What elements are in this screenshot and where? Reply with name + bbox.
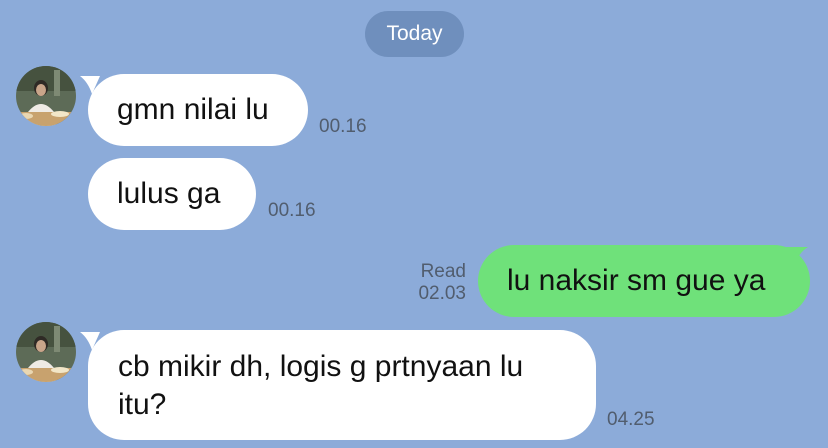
message-time: 00.16 [268,200,316,221]
message-time: 00.16 [319,116,367,137]
message-time: 04.25 [607,409,655,430]
message-bubble-sent[interactable]: lu naksir sm gue ya [478,245,810,317]
contact-avatar[interactable] [16,322,76,382]
message-meta: Read 02.03 [396,261,466,305]
contact-avatar[interactable] [16,66,76,126]
read-status: Read [420,261,466,282]
message-time: 02.03 [418,283,466,304]
message-bubble-received[interactable]: lulus ga [88,158,256,230]
message-bubble-received[interactable]: cb mikir dh, logis g prtnyaan lu itu? [88,330,596,440]
date-separator: Today [365,11,464,57]
message-bubble-received[interactable]: gmn nilai lu [88,74,308,146]
